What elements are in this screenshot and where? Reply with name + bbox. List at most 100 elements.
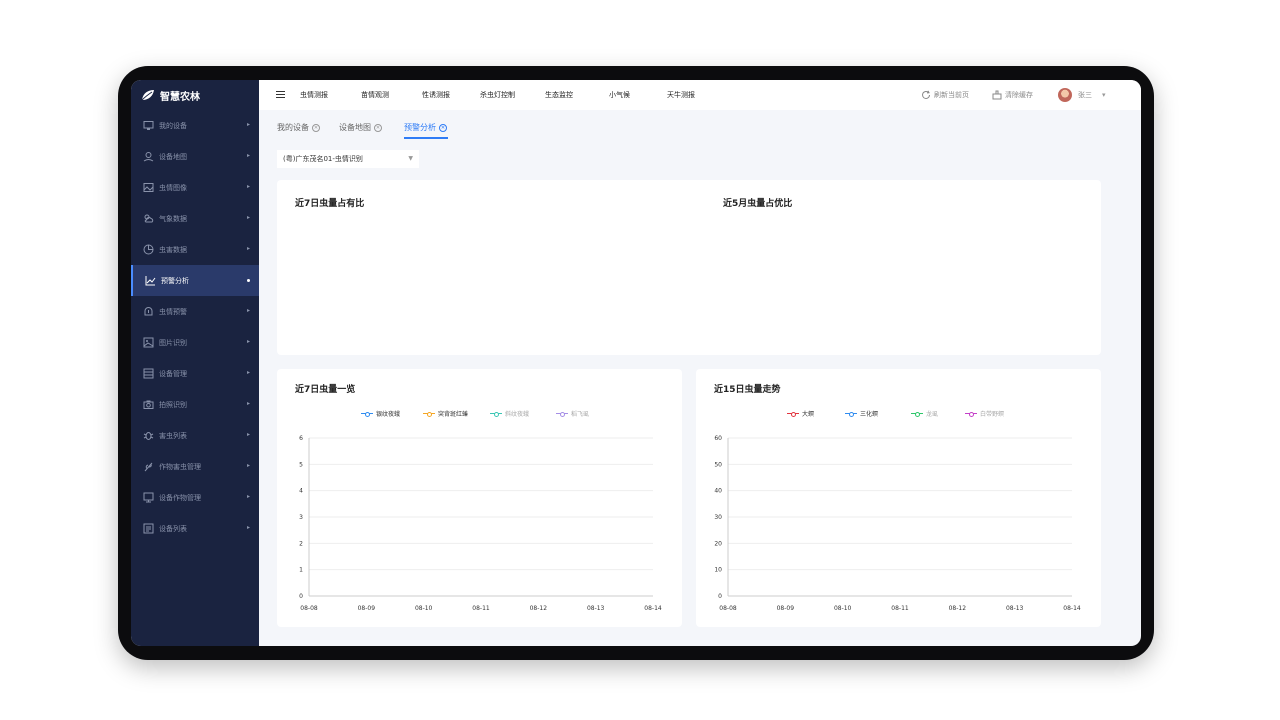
y-tick-label: 0: [299, 593, 303, 600]
sidebar-item-4[interactable]: 虫害数据 ▸: [131, 234, 259, 265]
close-icon[interactable]: ✕: [312, 123, 320, 132]
chevron-down-icon: ▾: [1102, 91, 1106, 99]
sidebar-item-12[interactable]: 设备作物管理 ▸: [131, 482, 259, 513]
page-tab-label: 设备地图: [339, 123, 371, 132]
chevron-down-icon: ▼: [408, 155, 413, 162]
x-tick-label: 08-09: [358, 605, 376, 612]
ratio5-title: 近5月虫量占优比: [723, 199, 793, 209]
user-name: 张三: [1078, 91, 1092, 99]
x-tick-label: 08-14: [1063, 605, 1081, 612]
page-tab-1[interactable]: 设备地图 ✕: [339, 122, 382, 133]
chevron-right-icon: ▸: [246, 524, 250, 531]
top-tab-5[interactable]: 小气候: [609, 90, 630, 100]
plant-icon: [143, 461, 154, 472]
app-logo[interactable]: 智慧农林: [131, 80, 259, 110]
overview7-chart: 0 1 2 3 4 5 6 08-08 08-09 08-10 08-11 08-12 08-13 08-…: [299, 435, 662, 612]
y-tick-label: 1: [299, 567, 303, 574]
trend15-card: 近15日虫量走势 大螟 三化螟 龙虱 白带野螟 0 10 20 30 40 50 60 08-08 0…: [696, 369, 1101, 627]
chevron-right-icon: ▸: [246, 152, 250, 159]
ratio7-title: 近7日虫量占有比: [295, 199, 365, 209]
app-name: 智慧农林: [160, 91, 200, 103]
sidebar-item-label: 作物害虫管理: [159, 462, 201, 471]
sidebar-item-label: 虫情图像: [159, 183, 187, 192]
image-icon: [143, 182, 154, 193]
sidebar-item-7[interactable]: 图片识别 ▸: [131, 327, 259, 358]
top-tab-1[interactable]: 苗情观测: [361, 90, 389, 100]
x-tick-label: 08-10: [834, 605, 852, 612]
chevron-right-icon: ▸: [246, 214, 250, 221]
sidebar-item-label: 害虫列表: [159, 431, 187, 440]
sidebar-item-label: 设备作物管理: [159, 493, 201, 502]
clear-cache-button[interactable]: 清除缓存: [992, 90, 1033, 100]
sidebar-item-label: 设备地图: [159, 152, 187, 161]
ratio-card: 近7日虫量占有比 近5月虫量占优比: [277, 180, 1101, 355]
y-tick-label: 4: [299, 488, 303, 495]
sidebar-item-1[interactable]: 设备地图 ▸: [131, 141, 259, 172]
active-dot: [247, 279, 250, 282]
refresh-icon: [922, 90, 930, 99]
chevron-right-icon: ▸: [246, 369, 250, 376]
sidebar-item-label: 虫害数据: [159, 245, 187, 254]
sidebar-item-13[interactable]: 设备列表 ▸: [131, 513, 259, 544]
y-tick-label: 2: [299, 540, 303, 547]
x-tick-label: 08-11: [891, 605, 909, 612]
top-tab-4[interactable]: 生态监控: [545, 90, 573, 100]
page-tab-0[interactable]: 我的设备 ✕: [277, 122, 320, 133]
menu-toggle-icon[interactable]: [276, 90, 285, 99]
sidebar-item-10[interactable]: 害虫列表 ▸: [131, 420, 259, 451]
clear-cache-label: 清除缓存: [1005, 91, 1033, 99]
top-tab-0[interactable]: 虫情测报: [300, 90, 328, 100]
page-tab-2[interactable]: 预警分析 ✕: [404, 122, 447, 133]
sidebar-item-8[interactable]: 设备管理 ▸: [131, 358, 259, 389]
weather-icon: [143, 213, 154, 224]
y-tick-label: 10: [714, 567, 722, 574]
sidebar: 智慧农林 我的设备 ▸ 设备地图 ▸ 虫情图像 ▸ 气象数据 ▸ 虫害数据 ▸ 预警分析 虫情预警 ▸ 图…: [131, 80, 259, 646]
top-tab-2[interactable]: 性诱测报: [422, 90, 450, 100]
alert-icon: [143, 306, 154, 317]
line-chart-icon: [145, 275, 156, 286]
sidebar-item-2[interactable]: 虫情图像 ▸: [131, 172, 259, 203]
refresh-label: 刷新当前页: [934, 91, 969, 99]
chevron-right-icon: ▸: [246, 183, 250, 190]
x-tick-label: 08-11: [472, 605, 490, 612]
map-pin-icon: [143, 151, 154, 162]
sidebar-item-label: 气象数据: [159, 214, 187, 223]
sidebar-item-label: 设备管理: [159, 369, 187, 378]
app-screen: 智慧农林 我的设备 ▸ 设备地图 ▸ 虫情图像 ▸ 气象数据 ▸ 虫害数据 ▸ 预警分析 虫情预警 ▸ 图…: [131, 80, 1141, 646]
close-icon[interactable]: ✕: [439, 123, 447, 132]
y-tick-label: 30: [714, 514, 722, 521]
sidebar-item-6[interactable]: 虫情预警 ▸: [131, 296, 259, 327]
leaf-logo-icon: [141, 90, 154, 101]
picture-icon: [143, 337, 154, 348]
x-tick-label: 08-09: [777, 605, 795, 612]
sidebar-item-3[interactable]: 气象数据 ▸: [131, 203, 259, 234]
y-tick-label: 3: [299, 514, 303, 521]
sidebar-item-label: 虫情预警: [159, 307, 187, 316]
chevron-right-icon: ▸: [246, 431, 250, 438]
y-tick-label: 40: [714, 488, 722, 495]
device-select[interactable]: (粤)广东茂名01-虫情识别 ▼: [277, 150, 419, 168]
y-tick-label: 0: [718, 593, 722, 600]
y-tick-label: 60: [714, 435, 722, 442]
top-tab-3[interactable]: 杀虫灯控制: [480, 90, 515, 100]
trend15-chart: 0 10 20 30 40 50 60 08-08 08-09 08-10 08-11 08-12 08…: [714, 435, 1081, 612]
y-tick-label: 50: [714, 461, 722, 468]
avatar[interactable]: [1058, 88, 1072, 102]
camera-icon: [143, 399, 154, 410]
sidebar-item-0[interactable]: 我的设备 ▸: [131, 110, 259, 141]
overview7-card: 近7日虫量一览 银纹夜蛾 突背斑红蝽 斜纹夜蛾 稻飞虱 0 1 2 3 4 5 6 08-08 08-…: [277, 369, 682, 627]
top-tab-6[interactable]: 天牛测报: [667, 90, 695, 100]
sidebar-item-label: 预警分析: [161, 276, 189, 285]
refresh-button[interactable]: 刷新当前页: [921, 90, 969, 100]
sidebar-item-label: 图片识别: [159, 338, 187, 347]
sidebar-item-5[interactable]: 预警分析: [131, 265, 259, 296]
sidebar-item-11[interactable]: 作物害虫管理 ▸: [131, 451, 259, 482]
x-tick-label: 08-12: [530, 605, 548, 612]
bug-icon: [143, 430, 154, 441]
x-tick-label: 08-08: [300, 605, 318, 612]
user-menu[interactable]: 张三 ▾: [1078, 90, 1106, 100]
sidebar-item-label: 设备列表: [159, 524, 187, 533]
close-icon[interactable]: ✕: [374, 123, 382, 132]
sidebar-item-9[interactable]: 拍照识别 ▸: [131, 389, 259, 420]
x-tick-label: 08-13: [587, 605, 605, 612]
